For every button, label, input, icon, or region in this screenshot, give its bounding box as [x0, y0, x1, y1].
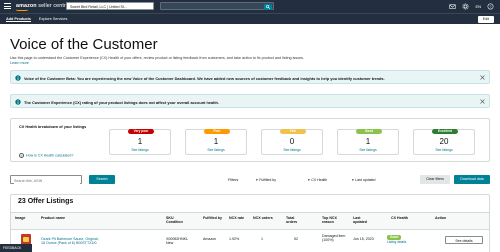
global-search-button[interactable] [264, 4, 272, 10]
clear-filters-button[interactable]: Clear filters [420, 175, 450, 184]
page-intro: Use this page to understand the Customer… [10, 56, 450, 66]
health-label-pill: Poor [204, 129, 230, 134]
health-count: 1 [213, 137, 219, 146]
see-listings-link[interactable]: See listings [110, 148, 170, 152]
account-switcher[interactable]: Sweet Bird Retail, LLC | United St... [66, 2, 154, 10]
global-search-input[interactable] [163, 4, 263, 10]
listing-search-button[interactable]: Search [89, 175, 115, 184]
health-label-pill: Fair [280, 129, 306, 134]
column-header: Image [15, 216, 26, 220]
offer-listings-panel: 23 Offer Listings Image Product name SKU… [10, 194, 490, 252]
page-title: Voice of the Customer [10, 36, 158, 53]
see-listings-link[interactable]: See listings [262, 148, 322, 152]
health-count: 20 [439, 137, 449, 146]
column-header[interactable]: Top NCX reason [322, 216, 346, 225]
feedback-tab[interactable]: FEEDBACK [0, 244, 32, 252]
top-ncx-reason-cell: Damaged item (100%) [322, 234, 346, 243]
global-search [160, 2, 274, 10]
secondary-navigation: Add Products Explore Services Edit [0, 13, 500, 24]
health-label-pill: Good [356, 129, 382, 134]
download-data-button[interactable]: Download data [454, 175, 490, 184]
learn-more-link[interactable]: Learn more [10, 61, 29, 65]
calc-link-text: How is CX Health calculated? [26, 153, 74, 158]
svg-text:?: ? [490, 5, 492, 9]
settings-gear-icon[interactable] [462, 3, 469, 10]
health-count: 1 [365, 137, 371, 146]
condition-value: New [166, 241, 174, 246]
listing-search [10, 175, 82, 184]
account-name: Sweet Bird Retail, LLC | United St... [70, 4, 127, 9]
cx-health-breakdown: CX Health breakdown of your listings ? Ho… [10, 118, 490, 162]
see-listings-link[interactable]: See listings [338, 148, 398, 152]
info-icon [15, 99, 21, 105]
top-utility-icons: EN ? [449, 3, 494, 10]
column-header[interactable]: Fulfilled by [203, 216, 222, 220]
filters-bar: Search Filters Fulfilled by CX Health La… [10, 170, 490, 188]
health-label-pill: Excellent [432, 129, 458, 134]
last-updated-filter[interactable]: Last updated [352, 178, 375, 182]
column-header[interactable]: NCX rate [229, 216, 244, 220]
health-card-poor: Poor 1 See listings [185, 129, 247, 155]
top-navigation-bar: amazon seller central Sweet Bird Retail,… [0, 0, 500, 13]
intro-text: Use this page to understand the Customer… [10, 56, 305, 60]
last-updated-cell: Jun 15, 2023 [353, 237, 374, 241]
health-card-good: Good 1 See listings [337, 129, 399, 155]
see-listings-link[interactable]: See listings [414, 148, 474, 152]
logo-smile-icon [16, 9, 28, 11]
cx-rating-notice-text: The Customer Experience (CX) rating of y… [24, 100, 219, 105]
cx-health-calc-link[interactable]: ? How is CX Health calculated? [19, 153, 73, 158]
hamburger-menu-icon[interactable] [4, 3, 11, 9]
beta-notice: Voice of the Customer Beta: You are expe… [10, 70, 490, 84]
cx-rating-notice: The Customer Experience (CX) rating of y… [10, 94, 490, 108]
help-icon[interactable]: ? [487, 3, 494, 10]
cx-health-title: CX Health breakdown of your listings [19, 125, 87, 129]
table-header: Image Product name SKU Condition Fulfill… [11, 212, 489, 230]
info-icon [15, 75, 21, 81]
question-icon: ? [19, 153, 24, 158]
health-card-very-poor: Very poor 1 See listings [109, 129, 171, 155]
close-icon[interactable] [480, 75, 485, 80]
health-card-fair: Fair 0 See listings [261, 129, 323, 155]
health-card-excellent: Excellent 20 See listings [413, 129, 475, 155]
edit-nav-button[interactable]: Edit [477, 16, 494, 23]
column-header[interactable]: Total orders [286, 216, 306, 225]
filters-label: Filters [228, 178, 239, 182]
column-header[interactable]: Product name [41, 216, 81, 220]
search-icon [266, 5, 270, 9]
close-icon[interactable] [480, 99, 485, 104]
fulfilled-by-cell: Amazon [203, 237, 217, 241]
fulfilled-by-filter[interactable]: Fulfilled by [256, 178, 276, 182]
nav-add-products[interactable]: Add Products [6, 17, 31, 22]
nav-explore-services[interactable]: Explore Services [39, 17, 68, 22]
language-selector[interactable]: EN [475, 4, 481, 9]
health-label-pill: Very poor [128, 129, 154, 134]
product-name-link[interactable]: Ozark Pit Barbecue Sauce, Original, 18 O… [41, 237, 103, 246]
ncx-orders-cell: 1 [261, 237, 263, 241]
column-header[interactable]: CX Health [391, 216, 408, 220]
ncx-rate-cell: 1.92% [229, 237, 240, 241]
total-orders-cell: 52 [294, 237, 298, 241]
beta-notice-text: Voice of the Customer Beta: You are expe… [24, 76, 385, 81]
mail-icon[interactable] [449, 3, 457, 10]
column-header: Action [435, 216, 447, 220]
health-count: 0 [289, 137, 295, 146]
see-details-button[interactable]: See details [445, 236, 483, 244]
health-count: 1 [137, 137, 143, 146]
cx-health-cell: Good Listing details [387, 235, 406, 244]
column-header[interactable]: Last updated [353, 216, 375, 225]
sku-cell: X00082HNKL New [166, 237, 188, 246]
cx-health-filter[interactable]: CX Health [308, 178, 327, 182]
column-header: SKU Condition [166, 216, 183, 225]
sku-value: X00082HNKL [166, 237, 188, 241]
table-row: Ozark Pit Barbecue Sauce, Original, 18 O… [11, 230, 489, 250]
listing-search-input[interactable] [14, 177, 80, 184]
see-listings-link[interactable]: See listings [186, 148, 246, 152]
column-header[interactable]: NCX orders [253, 216, 273, 220]
listings-title: 23 Offer Listings [18, 198, 74, 205]
listing-details-link[interactable]: Listing details [387, 240, 406, 244]
